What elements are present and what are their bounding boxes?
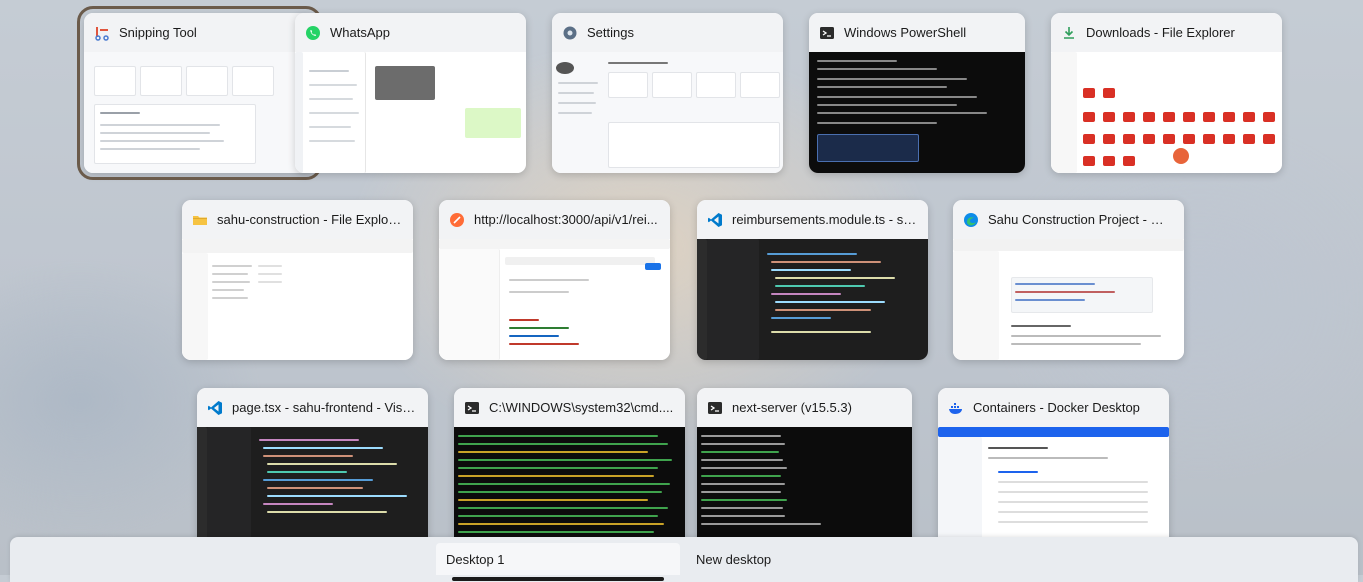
- docker-icon: [948, 400, 964, 416]
- window-header: next-server (v15.5.3): [697, 388, 912, 427]
- window-preview: [938, 427, 1169, 548]
- window-thumbnail-powershell[interactable]: Windows PowerShell: [809, 13, 1025, 173]
- window-title: http://localhost:3000/api/v1/rei...: [474, 212, 658, 227]
- window-title: Snipping Tool: [119, 25, 197, 40]
- window-preview: [1051, 52, 1282, 173]
- postman-icon: [449, 212, 465, 228]
- window-thumbnail-snipping-tool[interactable]: Snipping Tool: [77, 6, 322, 180]
- terminal-icon: [464, 400, 480, 416]
- window-preview: [182, 239, 413, 360]
- virtual-desktop-bar: Desktop 1 New desktop: [10, 537, 1358, 582]
- window-header: Downloads - File Explorer: [1051, 13, 1282, 52]
- window-preview: [439, 239, 670, 360]
- desktop-1-label: Desktop 1: [446, 551, 505, 567]
- window-header: Containers - Docker Desktop: [938, 388, 1169, 427]
- window-title: page.tsx - sahu-frontend - Visua...: [232, 400, 418, 415]
- window-title: C:\WINDOWS\system32\cmd....: [489, 400, 674, 415]
- window-thumbnail-cmd[interactable]: C:\WINDOWS\system32\cmd....: [454, 388, 685, 548]
- window-header: Snipping Tool: [84, 13, 315, 52]
- window-preview: [809, 52, 1025, 173]
- window-header: Settings: [552, 13, 783, 52]
- window-thumbnail-settings[interactable]: Settings: [552, 13, 783, 173]
- window-thumbnail-vscode-reimbursements[interactable]: reimbursements.module.ts - sah...: [697, 200, 928, 360]
- window-thumbnail-whatsapp[interactable]: WhatsApp: [295, 13, 526, 173]
- downloads-icon: [1061, 25, 1077, 41]
- window-thumbnail-downloads[interactable]: Downloads - File Explorer: [1051, 13, 1282, 173]
- window-title: sahu-construction - File Explorer: [217, 212, 403, 227]
- window-header: http://localhost:3000/api/v1/rei...: [439, 200, 670, 239]
- terminal-icon: [707, 400, 723, 416]
- folder-icon: [192, 212, 208, 228]
- window-thumbnail-postman[interactable]: http://localhost:3000/api/v1/rei...: [439, 200, 670, 360]
- vscode-icon: [207, 400, 223, 416]
- window-header: sahu-construction - File Explorer: [182, 200, 413, 239]
- window-title: Downloads - File Explorer: [1086, 25, 1235, 40]
- window-preview: [552, 52, 783, 173]
- window-thumbnail-next-server[interactable]: next-server (v15.5.3): [697, 388, 912, 548]
- window-thumbnail-sahu-construction-explorer[interactable]: sahu-construction - File Explorer: [182, 200, 413, 360]
- window-header: WhatsApp: [295, 13, 526, 52]
- window-header: reimbursements.module.ts - sah...: [697, 200, 928, 239]
- window-title: Containers - Docker Desktop: [973, 400, 1140, 415]
- active-desktop-indicator: [452, 577, 664, 581]
- new-desktop-button[interactable]: New desktop: [686, 543, 781, 575]
- window-thumbnail-vscode-page[interactable]: page.tsx - sahu-frontend - Visua...: [197, 388, 428, 548]
- window-header: Windows PowerShell: [809, 13, 1025, 52]
- window-preview: [697, 239, 928, 360]
- window-title: Windows PowerShell: [844, 25, 967, 40]
- window-preview: [197, 427, 428, 548]
- new-desktop-label: New desktop: [696, 551, 772, 567]
- terminal-icon: [819, 25, 835, 41]
- window-preview: [697, 427, 912, 548]
- gear-icon: [562, 25, 578, 41]
- window-title: Settings: [587, 25, 634, 40]
- window-header: C:\WINDOWS\system32\cmd....: [454, 388, 685, 427]
- window-preview: [295, 52, 526, 173]
- window-header: page.tsx - sahu-frontend - Visua...: [197, 388, 428, 427]
- window-preview: [953, 239, 1184, 360]
- window-thumbnail-docker[interactable]: Containers - Docker Desktop: [938, 388, 1169, 548]
- window-title: Sahu Construction Project - We...: [988, 212, 1174, 227]
- window-title: reimbursements.module.ts - sah...: [732, 212, 918, 227]
- desktop-1-button[interactable]: Desktop 1: [436, 543, 680, 581]
- snipping-tool-icon: [94, 25, 110, 41]
- whatsapp-icon: [305, 25, 321, 41]
- window-preview: [84, 52, 315, 173]
- edge-icon: [963, 212, 979, 228]
- window-thumbnail-edge[interactable]: Sahu Construction Project - We...: [953, 200, 1184, 360]
- window-title: WhatsApp: [330, 25, 390, 40]
- window-header: Sahu Construction Project - We...: [953, 200, 1184, 239]
- window-preview: [454, 427, 685, 548]
- vscode-icon: [707, 212, 723, 228]
- window-title: next-server (v15.5.3): [732, 400, 852, 415]
